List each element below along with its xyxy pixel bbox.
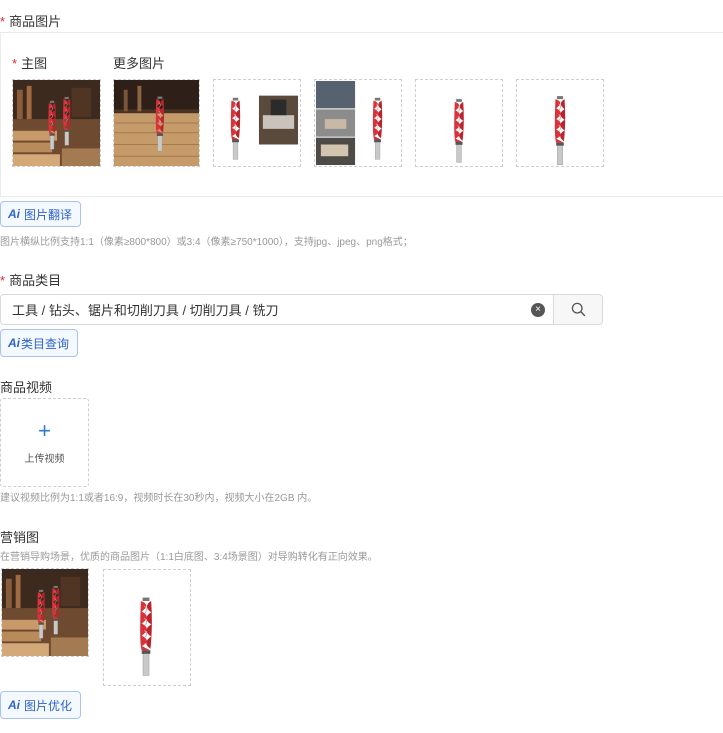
- marketing-title: 营销图: [0, 530, 40, 545]
- category-heading: * 商品类目: [0, 270, 61, 289]
- product-image-5[interactable]: [415, 79, 503, 167]
- required-mark: *: [0, 14, 6, 29]
- upload-label: 上传视频: [24, 454, 65, 465]
- category-query-button[interactable]: Ai 类目查询: [0, 329, 79, 357]
- product-image-4[interactable]: [314, 79, 402, 167]
- product-image-3[interactable]: [213, 79, 301, 167]
- marketing-image-square[interactable]: [1, 568, 89, 657]
- product-images-title: 商品图片: [9, 14, 62, 29]
- category-value: 工具 / 钻头、锯片和切削刀具 / 切削刀具 / 铣刀: [12, 303, 279, 318]
- category-input[interactable]: 工具 / 钻头、锯片和切削刀具 / 切削刀具 / 铣刀 ×: [0, 294, 554, 325]
- clear-icon[interactable]: ×: [531, 302, 545, 317]
- product-images-heading: * 商品图片: [0, 11, 61, 30]
- product-images-hint: 图片横纵比例支持1:1（像素≥800*800）或3:4（像素≥750*1000）…: [0, 237, 413, 248]
- product-image-1[interactable]: [12, 79, 101, 167]
- image-translate-button[interactable]: Ai 图片翻译: [0, 201, 82, 227]
- category-search-button[interactable]: [554, 294, 603, 325]
- product-images-panel: * 主图 更多图片: [0, 32, 723, 197]
- video-hint: 建议视频比例为1:1或者16:9，视频时长在30秒内，视频大小在2GB 内。: [0, 493, 318, 504]
- video-title: 商品视频: [0, 380, 53, 395]
- marketing-image-portrait[interactable]: [103, 569, 191, 686]
- search-icon: [571, 302, 585, 317]
- marketing-hint: 在营销导购场景，优质的商品图片（1:1白底图、3:4场景图）对导购转化有正向效果…: [0, 552, 378, 563]
- required-mark: *: [12, 56, 18, 71]
- video-upload-button[interactable]: + 上传视频: [0, 398, 89, 487]
- category-title: 商品类目: [9, 273, 62, 288]
- ai-icon: Ai: [8, 336, 20, 350]
- required-mark: *: [0, 273, 6, 288]
- plus-icon: +: [38, 418, 51, 443]
- product-image-2[interactable]: [113, 79, 200, 167]
- more-images-label: 更多图片: [113, 56, 166, 71]
- product-image-6[interactable]: [516, 79, 604, 167]
- image-optimize-button[interactable]: Ai 图片优化: [0, 691, 82, 719]
- ai-icon: Ai: [8, 207, 20, 221]
- ai-icon: Ai: [8, 698, 20, 712]
- main-image-label: * 主图: [12, 56, 48, 71]
